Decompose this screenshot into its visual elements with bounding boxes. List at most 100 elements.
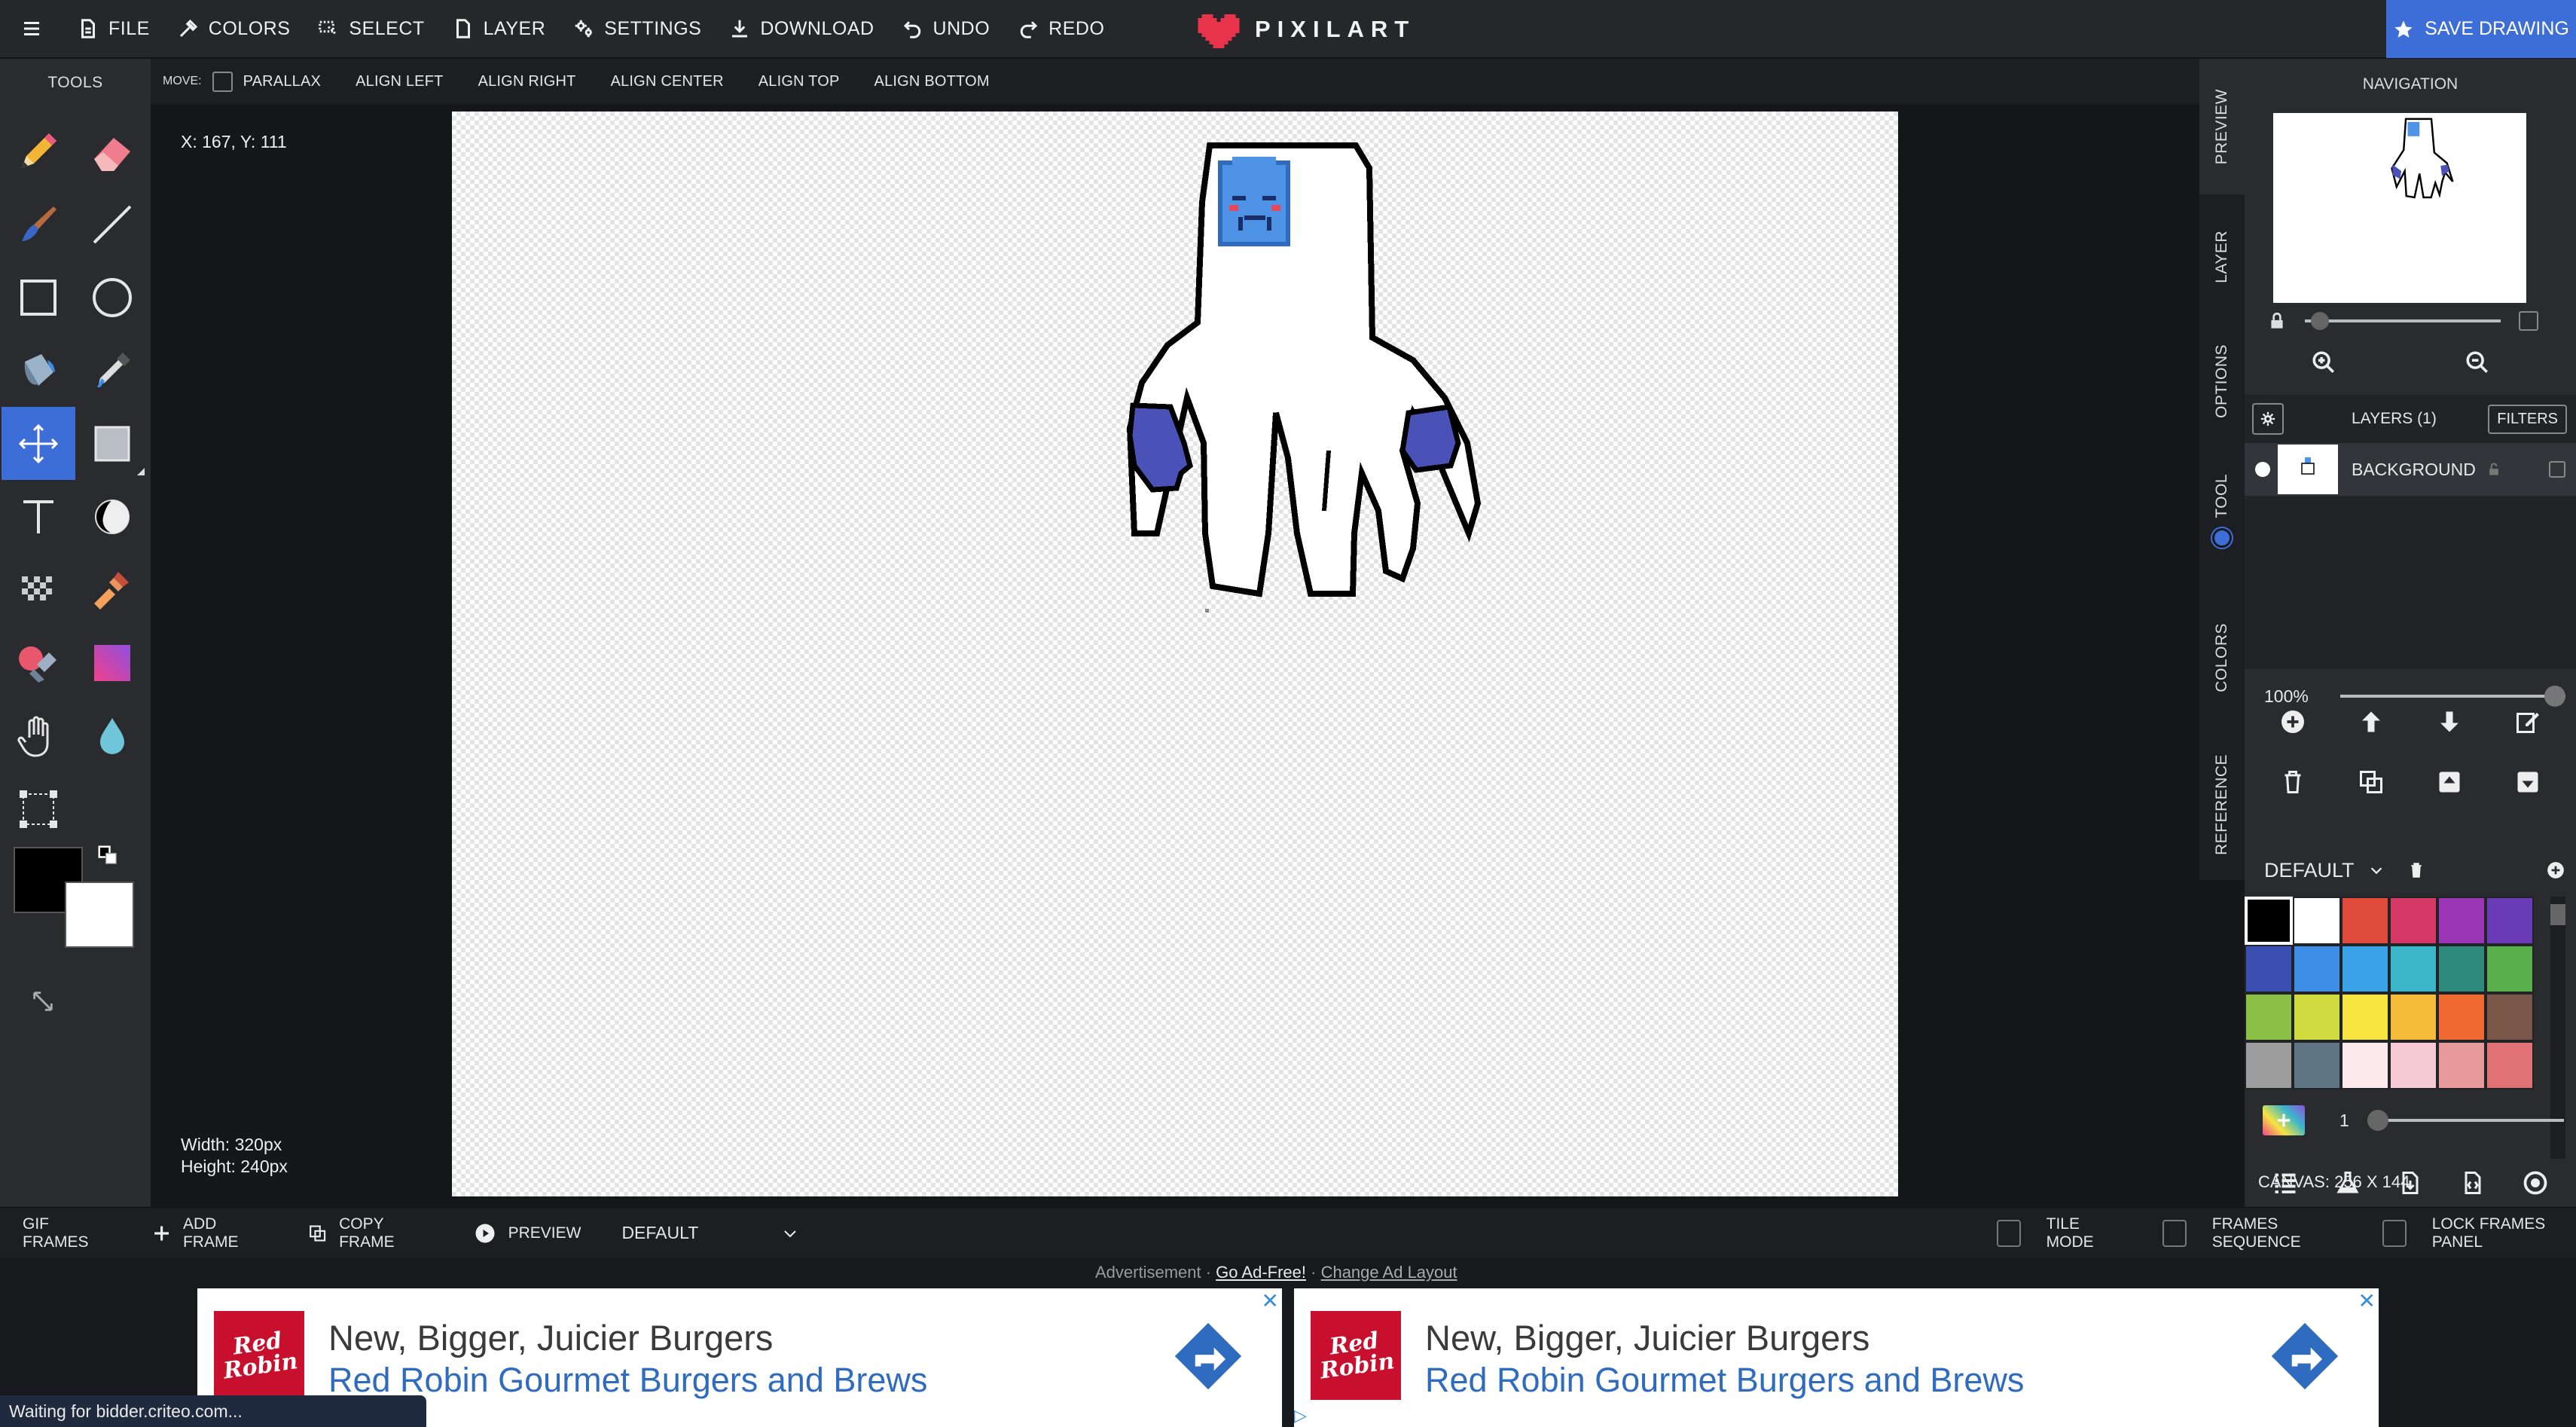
redo-button[interactable]: REDO [1003,0,1118,58]
add-palette-icon[interactable] [2546,860,2565,880]
frames-sequence-label[interactable]: FRAMES SEQUENCE [2212,1215,2349,1251]
palette-swatch[interactable] [2341,1041,2389,1089]
secondary-color-swatch[interactable] [65,882,134,948]
palette-swatch[interactable] [2437,993,2486,1041]
lock-frames-panel-label[interactable]: LOCK FRAMES PANEL [2432,1215,2576,1251]
palette-swatch[interactable] [2486,945,2534,993]
tab-colors[interactable]: COLORS [2199,579,2245,737]
filters-button[interactable]: FILTERS [2488,404,2567,434]
tile-mode-checkbox[interactable] [1997,1219,2021,1247]
palette-swatch[interactable] [2389,945,2437,993]
bucket-tool[interactable] [2,334,75,407]
tab-layer[interactable]: LAYER [2199,194,2245,319]
ad-close-icon[interactable]: ✕ [2358,1288,2376,1313]
ad-arrow-icon[interactable] [1172,1320,1244,1392]
frames-set-select[interactable]: DEFAULT [621,1223,799,1243]
layer-settings-button[interactable] [2252,403,2284,435]
export-palette-icon[interactable] [2459,1169,2486,1196]
palette-swatch[interactable] [2245,897,2293,945]
layer-menu[interactable]: LAYER [438,0,560,58]
add-frame-button[interactable]: ADD FRAME [152,1215,261,1251]
tab-options[interactable]: OPTIONS [2199,319,2245,443]
shade-tool[interactable] [75,480,149,553]
drawing-canvas[interactable] [452,112,1898,1196]
move-layer-down-icon[interactable] [2436,708,2463,735]
palette-scroll-thumb[interactable] [2550,904,2565,925]
go-ad-free-link[interactable]: Go Ad-Free! [1216,1263,1306,1282]
save-drawing-button[interactable]: SAVE DRAWING [2386,0,2576,58]
shape-select-tool[interactable] [75,407,149,480]
settings-menu[interactable]: SETTINGS [559,0,715,58]
ad-choices-icon[interactable]: ▷ [1294,1406,1307,1425]
hand-tool[interactable] [2,699,75,772]
lock-frames-panel-checkbox[interactable] [2382,1219,2407,1247]
palette-swatch[interactable] [2293,945,2341,993]
swap-colors-icon[interactable] [96,844,119,866]
rename-layer-icon[interactable] [2514,708,2541,735]
crop-tool[interactable] [2,772,75,845]
ad-banner-right[interactable]: Red Robin New, Bigger, Juicier Burgers R… [1294,1288,2379,1427]
parallax-label[interactable]: PARALLAX [243,73,322,90]
reset-colors-icon[interactable] [30,989,56,1014]
align-left-button[interactable]: ALIGN LEFT [356,73,443,90]
move-layer-up-icon[interactable] [2358,708,2385,735]
palette-swatch[interactable] [2293,897,2341,945]
tab-reference[interactable]: REFERENCE [2199,737,2245,872]
dither-tool[interactable] [2,553,75,626]
add-layer-icon[interactable] [2279,708,2306,735]
palette-name[interactable]: DEFAULT [2264,859,2355,882]
merge-up-icon[interactable] [2436,769,2463,796]
chevron-down-icon[interactable] [2368,862,2385,879]
palette-swatch[interactable] [2486,1041,2534,1089]
blur-tool[interactable] [75,699,149,772]
tab-tool[interactable]: TOOL [2199,443,2245,579]
merge-down-icon[interactable] [2514,769,2541,796]
gradient-tool[interactable] [75,626,149,699]
delete-layer-icon[interactable] [2279,769,2306,796]
line-tool[interactable] [75,188,149,261]
align-center-button[interactable]: ALIGN CENTER [611,73,724,90]
palette-swatch[interactable] [2389,897,2437,945]
align-bottom-button[interactable]: ALIGN BOTTOM [874,73,990,90]
add-color-button[interactable] [2263,1105,2305,1135]
palette-swatch[interactable] [2293,1041,2341,1089]
brush-tool[interactable] [2,188,75,261]
change-ad-layout-link[interactable]: Change Ad Layout [1321,1263,1457,1282]
download-menu[interactable]: DOWNLOAD [715,0,887,58]
palette-swatch[interactable] [2437,1041,2486,1089]
pixilart-logo[interactable]: PIXILART [1198,0,1415,58]
frames-sequence-checkbox[interactable] [2162,1219,2187,1247]
palette-swatch[interactable] [2341,897,2389,945]
eyedropper-tool[interactable] [75,334,149,407]
align-right-button[interactable]: ALIGN RIGHT [478,73,576,90]
move-tool[interactable] [2,407,75,480]
pencil-tool[interactable] [2,115,75,188]
undo-button[interactable]: UNDO [888,0,1004,58]
palette-swatch[interactable] [2341,945,2389,993]
palette-swatch[interactable] [2245,1041,2293,1089]
parallax-checkbox[interactable] [212,71,233,92]
navigation-zoom-slider[interactable] [2305,306,2501,336]
tab-preview[interactable]: PREVIEW [2199,59,2245,194]
colors-menu[interactable]: COLORS [163,0,304,58]
layer-row-background[interactable]: BACKGROUND [2245,443,2576,496]
delete-palette-icon[interactable] [2407,861,2425,879]
zoom-in-icon[interactable] [2311,350,2336,375]
palette-swatch[interactable] [2245,993,2293,1041]
circle-tool[interactable] [75,261,149,334]
layer-visibility-icon[interactable] [2255,462,2270,477]
palette-swatch[interactable] [2437,945,2486,993]
palette-swatch[interactable] [2486,897,2534,945]
align-top-button[interactable]: ALIGN TOP [758,73,840,90]
text-tool[interactable] [2,480,75,553]
select-menu[interactable]: SELECT [304,0,438,58]
tile-mode-label[interactable]: TILE MODE [2046,1215,2120,1251]
ad-arrow-icon[interactable] [2269,1320,2341,1392]
rectangle-tool[interactable] [2,261,75,334]
copy-frame-button[interactable]: COPY FRAME [308,1215,427,1251]
hamburger-menu-button[interactable] [0,0,63,58]
zoom-out-icon[interactable] [2465,350,2490,375]
palette-swatch[interactable] [2437,897,2486,945]
stamp-tool[interactable] [75,553,149,626]
navigation-toggle-checkbox[interactable] [2519,311,2538,331]
